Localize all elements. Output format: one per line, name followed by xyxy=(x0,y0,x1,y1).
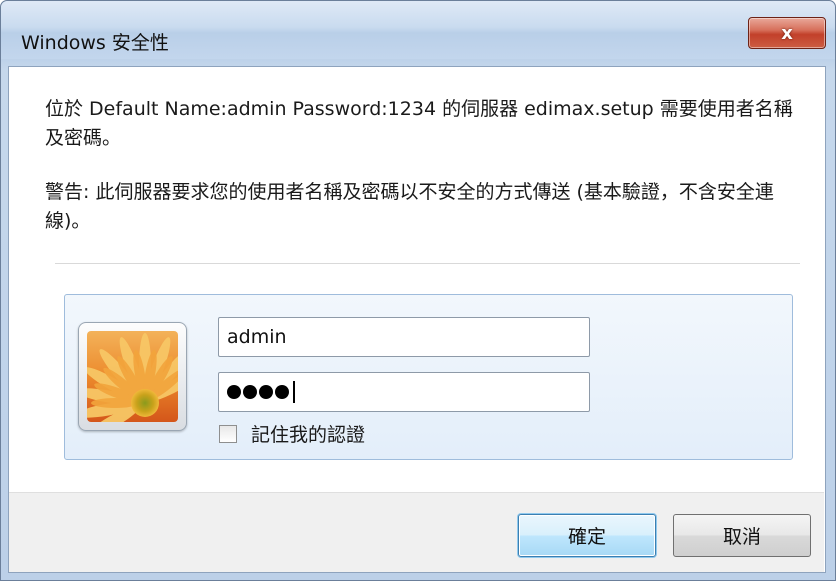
password-mask xyxy=(227,381,295,403)
remember-checkbox[interactable] xyxy=(219,424,237,443)
password-dot xyxy=(243,385,257,399)
cancel-button[interactable]: 取消 xyxy=(673,514,811,557)
window-title: Windows 安全性 xyxy=(21,32,169,54)
ok-button[interactable]: 確定 xyxy=(518,514,656,557)
close-button[interactable]: x xyxy=(748,17,826,49)
warning-message: 警告: 此伺服器要求您的使用者名稱及密碼以不安全的方式傳送 (基本驗證，不含安全… xyxy=(45,181,774,232)
title-bar[interactable]: Windows 安全性 x xyxy=(1,1,835,59)
avatar xyxy=(78,322,187,431)
text-caret xyxy=(293,381,295,403)
password-dot xyxy=(275,385,289,399)
username-input[interactable] xyxy=(218,317,590,357)
divider xyxy=(55,263,800,264)
remember-credentials[interactable]: 記住我的認證 xyxy=(219,420,365,447)
remember-label: 記住我的認證 xyxy=(251,424,366,446)
password-dot xyxy=(259,385,273,399)
close-icon: x xyxy=(781,22,793,44)
password-dot xyxy=(227,385,241,399)
request-message: 位於 Default Name:admin Password:1234 的伺服器… xyxy=(45,98,793,149)
flower-user-tile-icon xyxy=(87,331,178,422)
